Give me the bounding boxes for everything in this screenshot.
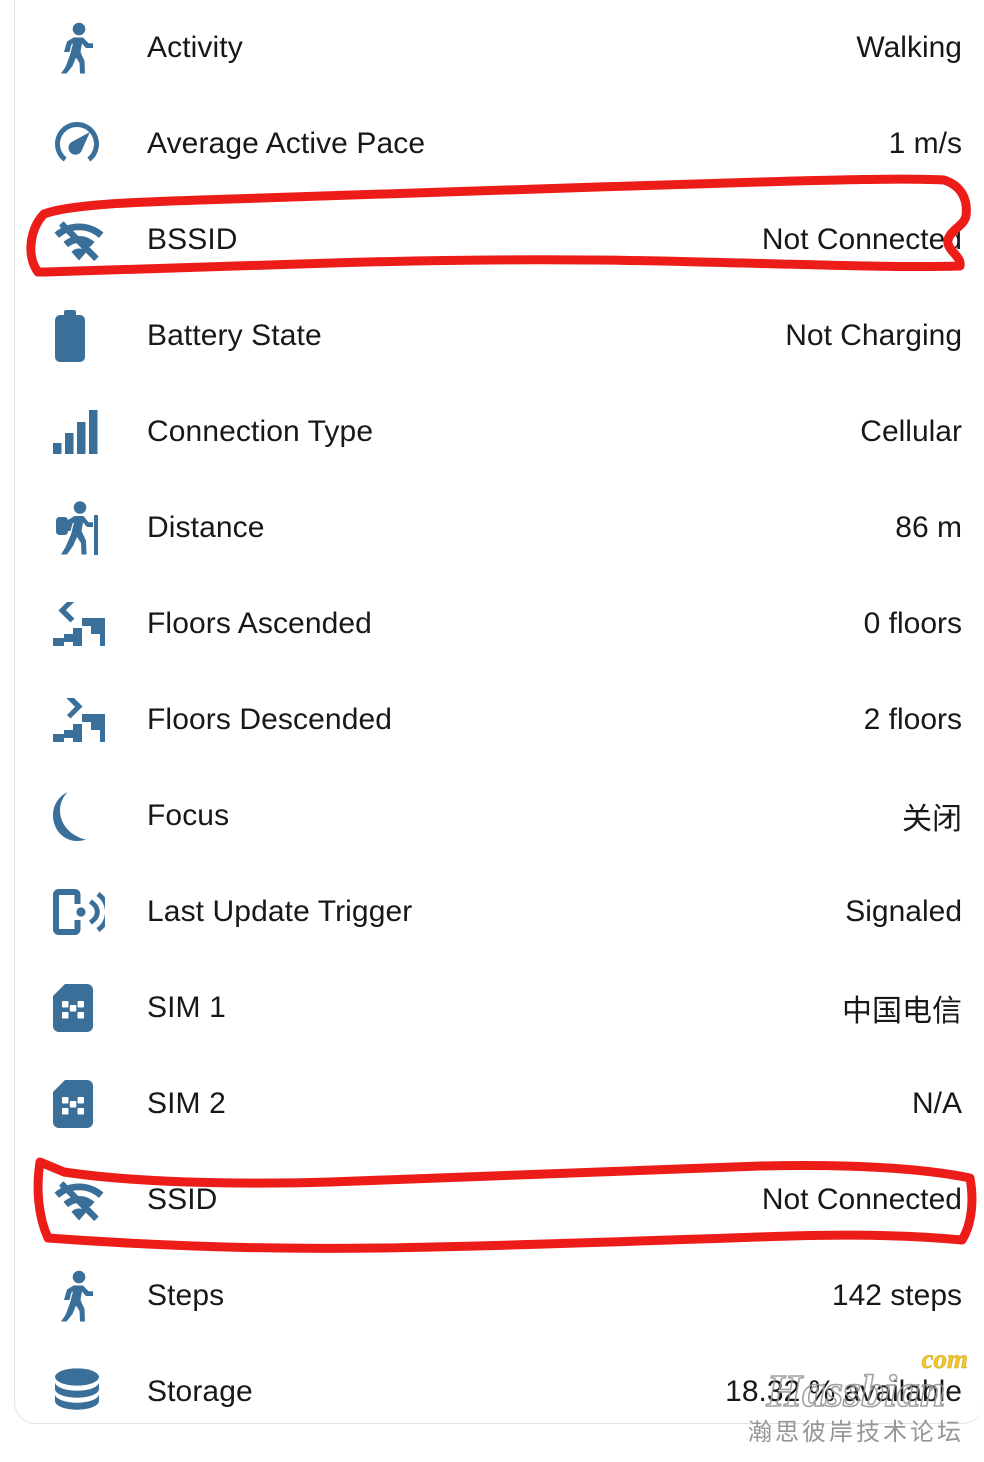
stairs-up-icon <box>53 602 147 646</box>
sensor-row-value: Not Connected <box>761 223 962 256</box>
sensor-row[interactable]: SSID Not Connected <box>15 1152 984 1248</box>
database-icon <box>53 1368 147 1416</box>
sensor-row-label: Distance <box>147 511 265 544</box>
sensor-row[interactable]: Activity Walking <box>15 0 984 96</box>
sensor-row-label: Last Update Trigger <box>147 895 413 928</box>
battery-icon <box>53 310 147 362</box>
watermark-tld: com <box>921 1344 968 1374</box>
hiking-person-icon <box>53 501 147 555</box>
sensor-row-label: Storage <box>147 1375 253 1408</box>
sensor-row-label: Floors Ascended <box>147 607 372 640</box>
sim-card-icon <box>53 984 147 1032</box>
sensor-row[interactable]: Last Update Trigger Signaled <box>15 864 984 960</box>
sensor-row-value: 86 m <box>895 511 962 544</box>
sensor-row[interactable]: SIM 2 N/A <box>15 1056 984 1152</box>
walking-person-icon <box>53 22 147 74</box>
phone-signal-icon <box>53 889 147 935</box>
wifi-off-icon <box>53 1177 147 1223</box>
sensor-row-label: SIM 2 <box>147 1087 226 1120</box>
sensor-row-label: Battery State <box>147 319 322 352</box>
sensor-row-label: Connection Type <box>147 415 374 448</box>
sensor-row-value: Not Charging <box>785 319 962 352</box>
speedometer-icon <box>53 120 147 168</box>
sensor-card: Activity Walking Average Active Pace 1 m/s B… <box>14 0 984 1424</box>
sensor-row-label: SIM 1 <box>147 991 226 1024</box>
sensor-row-label: SSID <box>147 1183 218 1216</box>
watermark-brand: Hassbian <box>766 1365 947 1416</box>
sensor-row-value: Walking <box>856 31 962 64</box>
wifi-off-icon <box>53 217 147 263</box>
sensor-row[interactable]: Battery State Not Charging <box>15 288 984 384</box>
sensor-row-value: Cellular <box>860 415 962 448</box>
sensor-row-value: 2 floors <box>863 703 962 736</box>
watermark-subtitle: 瀚思彼岸技术论坛 <box>748 1418 964 1446</box>
site-watermark: Hassbian com 瀚思彼岸技术论坛 <box>748 1345 968 1446</box>
sensor-row-label: Activity <box>147 31 243 64</box>
signal-bars-icon <box>53 410 147 454</box>
sensor-row-value: 1 m/s <box>888 127 962 160</box>
stairs-down-icon <box>53 698 147 742</box>
walking-person-icon <box>53 1270 147 1322</box>
sensor-row[interactable]: Connection Type Cellular <box>15 384 984 480</box>
sensor-row[interactable]: Steps 142 steps <box>15 1248 984 1344</box>
sensor-row-label: Steps <box>147 1279 225 1312</box>
sensor-row[interactable]: Average Active Pace 1 m/s <box>15 96 984 192</box>
sensor-row[interactable]: Floors Descended 2 floors <box>15 672 984 768</box>
sensor-row[interactable]: SIM 1 中国电信 <box>15 960 984 1056</box>
sensor-row-label: Focus <box>147 799 230 832</box>
sensor-row[interactable]: Distance 86 m <box>15 480 984 576</box>
sensor-row[interactable]: Floors Ascended 0 floors <box>15 576 984 672</box>
sensor-row-label: Average Active Pace <box>147 127 426 160</box>
sim-card-icon <box>53 1080 147 1128</box>
crescent-moon-icon <box>53 791 147 841</box>
sensor-row-value: Not Connected <box>761 1183 962 1216</box>
sensor-row-list: Activity Walking Average Active Pace 1 m/s B… <box>15 0 984 1423</box>
sensor-row-label: BSSID <box>147 223 238 256</box>
sensor-row[interactable]: BSSID Not Connected <box>15 192 984 288</box>
sensor-row-value: 142 steps <box>831 1279 962 1312</box>
sensor-row-value: Signaled <box>845 895 962 928</box>
sensor-row-value: N/A <box>911 1087 962 1120</box>
sensor-list-screen: Activity Walking Average Active Pace 1 m/s B… <box>0 0 984 1462</box>
sensor-row[interactable]: Focus 关闭 <box>15 768 984 864</box>
sensor-row-label: Floors Descended <box>147 703 393 736</box>
sensor-row-value: 中国电信 <box>842 995 962 1028</box>
sensor-row-value: 关闭 <box>902 803 962 836</box>
sensor-row-value: 0 floors <box>863 607 962 640</box>
